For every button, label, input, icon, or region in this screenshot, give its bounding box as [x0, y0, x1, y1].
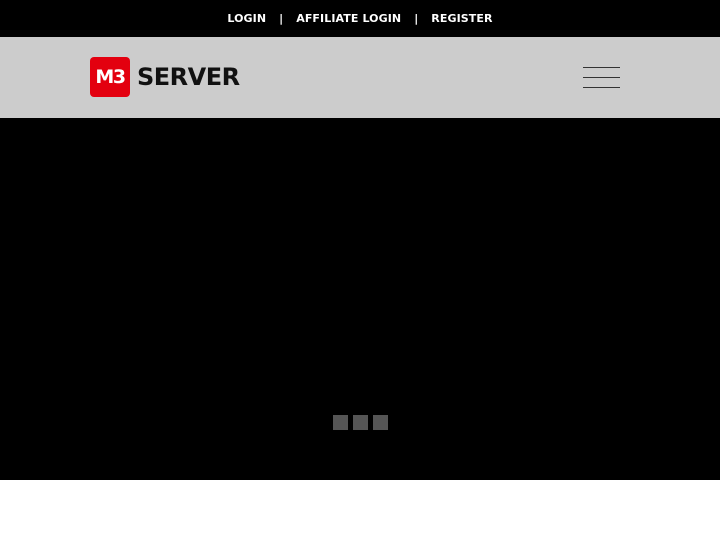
page-body-area	[0, 480, 720, 540]
hero-banner	[0, 118, 720, 480]
separator: |	[414, 12, 419, 25]
loader-dot	[353, 415, 368, 430]
loader-dot	[373, 415, 388, 430]
login-link[interactable]: LOGIN	[227, 12, 266, 25]
menu-line	[583, 77, 620, 78]
site-logo[interactable]: M3 SERVER	[90, 57, 240, 97]
affiliate-login-link[interactable]: AFFILIATE LOGIN	[296, 12, 401, 25]
logo-wordmark: SERVER	[137, 63, 240, 91]
hamburger-menu-icon[interactable]	[583, 67, 620, 89]
loading-dots-icon	[333, 415, 389, 430]
menu-line	[583, 67, 620, 68]
menu-line	[583, 87, 620, 88]
loader-dot	[333, 415, 348, 430]
separator: |	[279, 12, 284, 25]
site-header: M3 SERVER	[0, 37, 720, 118]
m3-logo-icon: M3	[90, 57, 130, 97]
register-link[interactable]: REGISTER	[431, 12, 492, 25]
top-utility-bar: LOGIN | AFFILIATE LOGIN | REGISTER	[0, 0, 720, 37]
